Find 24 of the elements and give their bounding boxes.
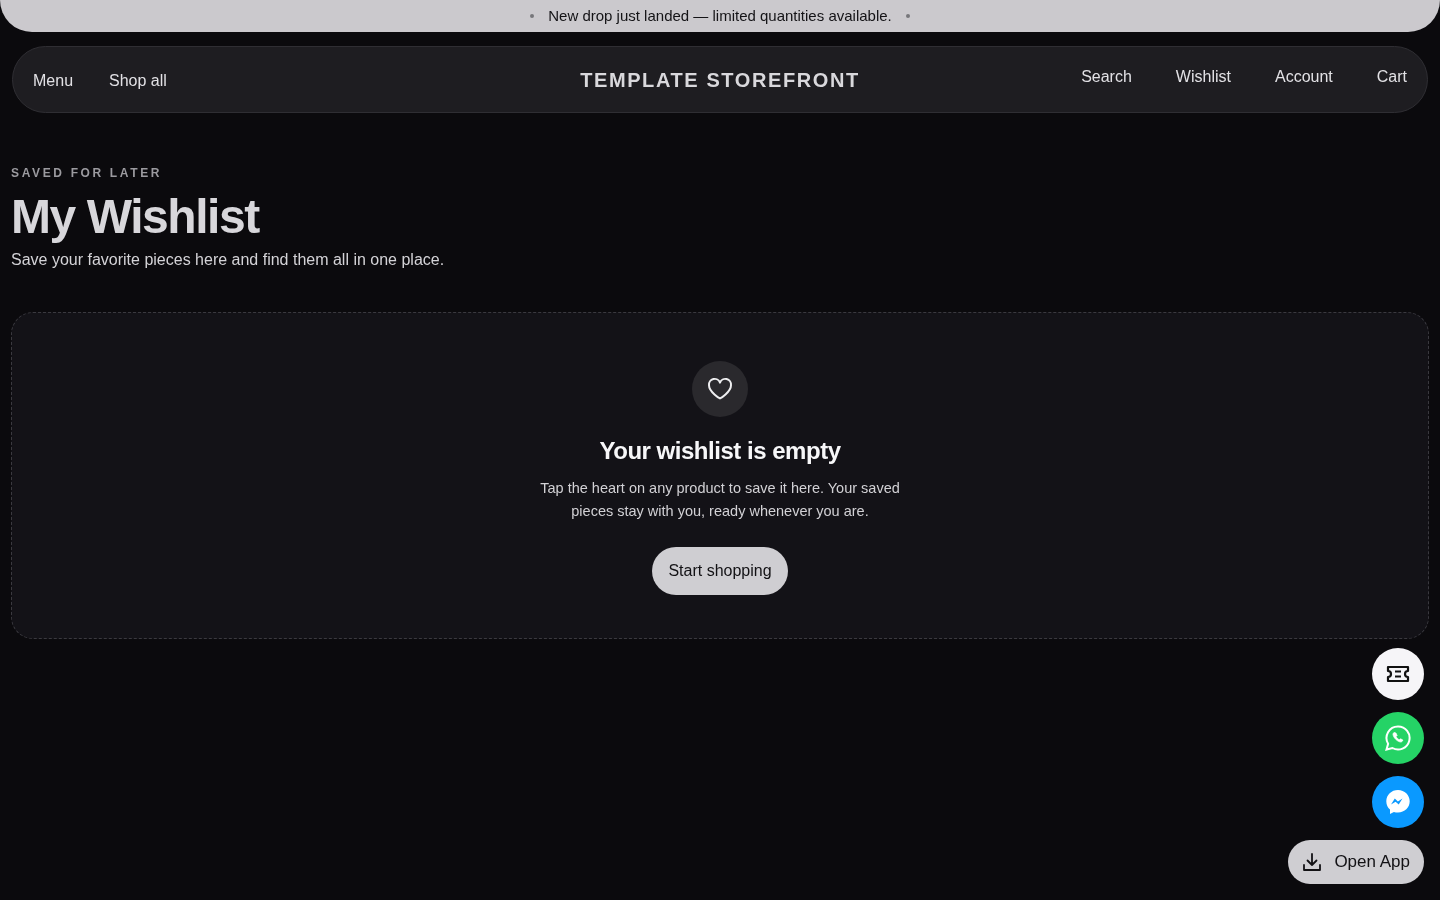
start-shopping-button[interactable]: Start shopping	[652, 547, 788, 595]
messenger-button[interactable]	[1372, 776, 1424, 828]
ticket-icon	[1386, 665, 1410, 683]
bullet-icon	[530, 14, 535, 18]
nav-link[interactable]: Wishlist	[1175, 64, 1231, 89]
brand-logo[interactable]: TEMPLATE STOREFRONT	[580, 64, 860, 95]
nav-link[interactable]: Search	[1081, 64, 1132, 89]
nav-link[interactable]: Menu	[33, 68, 74, 93]
empty-state-title: Your wishlist is empty	[599, 436, 841, 466]
announcement-text: New drop just landed — limited quantities available.	[548, 5, 892, 26]
nav-link[interactable]: Cart	[1376, 64, 1407, 89]
page-title: My Wishlist	[11, 189, 259, 245]
ticket-button[interactable]	[1372, 648, 1424, 700]
open-app-button[interactable]: Open App	[1288, 840, 1424, 884]
bullet-icon	[905, 14, 910, 18]
whatsapp-button[interactable]	[1372, 712, 1424, 764]
empty-state-message: Tap the heart on any product to save it here. Your saved pieces stay with you, ready whenever you are.	[539, 479, 901, 521]
download-icon	[1302, 852, 1323, 872]
page-subtitle: Save your favorite pieces here and find them all in one place.	[11, 250, 445, 270]
eyebrow-label: SAVED FOR LATER	[11, 165, 163, 181]
chat-bubble-icon	[1385, 789, 1411, 815]
nav-link[interactable]: Account	[1274, 64, 1333, 89]
nav-link[interactable]: Shop all	[109, 68, 167, 93]
phone-bubble-icon	[1385, 725, 1411, 751]
